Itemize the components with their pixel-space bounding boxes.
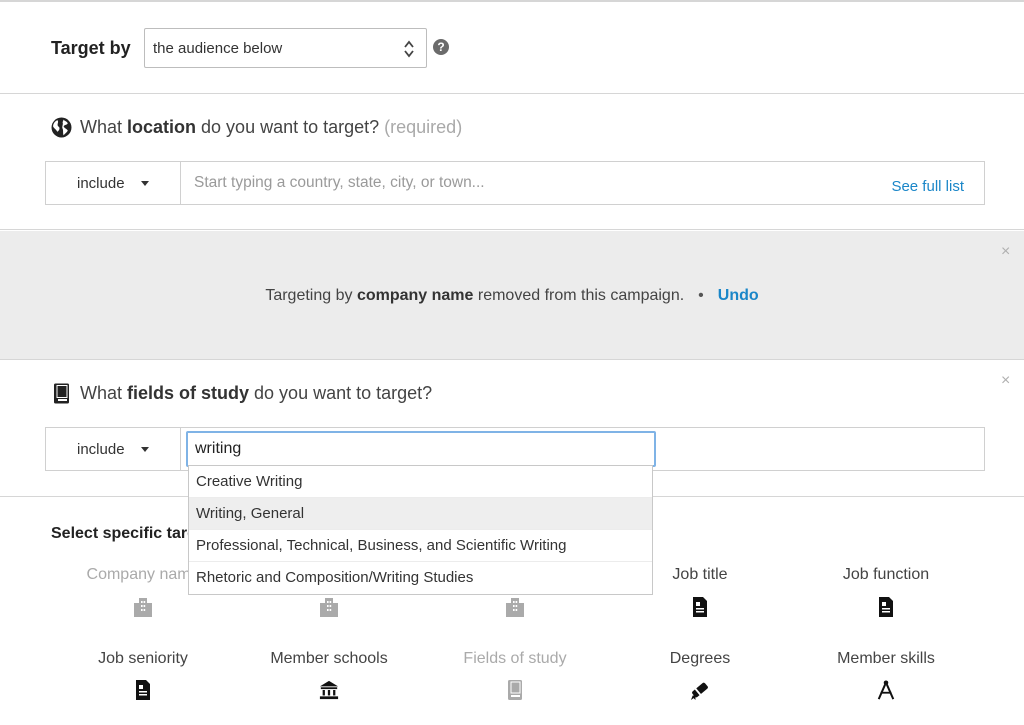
document-icon [879,597,893,617]
option-job-seniority[interactable]: Job seniority [53,650,233,700]
book-icon [508,680,522,700]
diploma-icon [690,682,708,700]
fos-include-label: include [77,441,125,458]
fos-include-dropdown[interactable]: include [46,428,181,470]
location-question-suffix: do you want to target? [196,117,385,137]
dropdown-item-active[interactable]: Writing, General [189,498,652,530]
option-job-function[interactable]: Job function [796,566,976,617]
option-label: Job function [842,566,930,583]
option-label: Member skills [837,650,935,667]
fos-question-bold: fields of study [127,383,250,403]
location-search-input[interactable]: Start typing a country, state, city, or … [194,174,485,192]
removed-targeting-banner: × Targeting by company name removed from… [0,231,1024,360]
target-by-select[interactable]: the audience below [144,28,427,68]
dropdown-item[interactable]: Professional, Technical, Business, and S… [189,530,652,562]
document-icon [693,597,707,617]
dropdown-item[interactable]: Rhetoric and Composition/Writing Studies [189,562,652,594]
fields-of-study-input[interactable] [186,431,656,467]
autocomplete-dropdown: Creative Writing Writing, General Profes… [188,465,653,595]
target-by-row: Target by the audience below ? [0,2,1024,94]
caret-down-icon [141,447,149,452]
option-label: Fields of study [463,650,567,667]
option-degrees[interactable]: Degrees [610,650,790,700]
banner-prefix: Targeting by [265,287,357,304]
compass-icon [877,680,895,700]
required-label: (required) [384,117,463,137]
location-question-prefix: What [80,117,128,137]
undo-link[interactable]: Undo [718,287,759,304]
banner-suffix: removed from this campaign. [473,287,685,304]
help-icon[interactable]: ? [433,39,449,55]
location-include-dropdown[interactable]: include [46,162,181,204]
location-section: What location do you want to target? (re… [0,95,1024,230]
location-include-label: include [77,175,125,192]
building-icon [506,598,524,617]
option-label: Degrees [669,650,731,667]
building-icon [134,598,152,617]
school-icon [319,680,339,700]
select-updown-icon [404,40,414,58]
fields-of-study-close-icon[interactable]: × [1001,373,1010,389]
option-label: Job seniority [98,650,188,667]
location-question-bold: location [127,117,197,137]
banner-message: Targeting by company name removed from t… [0,287,1024,305]
fos-question-suffix: do you want to target? [249,383,433,403]
location-input-group: include Start typing a country, state, c… [45,161,985,205]
dropdown-item[interactable]: Creative Writing [189,466,652,498]
document-icon [136,680,150,700]
fos-question-prefix: What [80,383,128,403]
banner-bold: company name [356,287,474,304]
building-icon [320,598,338,617]
option-member-skills[interactable]: Member skills [796,650,976,700]
book-icon [54,383,69,404]
banner-dot: • [698,287,704,304]
target-by-select-value: the audience below [153,40,283,57]
see-full-list-link[interactable]: See full list [891,178,964,195]
target-by-label: Target by [51,38,131,58]
caret-down-icon [141,181,149,186]
option-member-schools[interactable]: Member schools [239,650,419,700]
option-label: Member schools [270,650,388,667]
banner-close-icon[interactable]: × [1001,244,1010,260]
globe-icon [51,117,72,138]
option-fields-of-study[interactable]: Fields of study [425,650,605,700]
